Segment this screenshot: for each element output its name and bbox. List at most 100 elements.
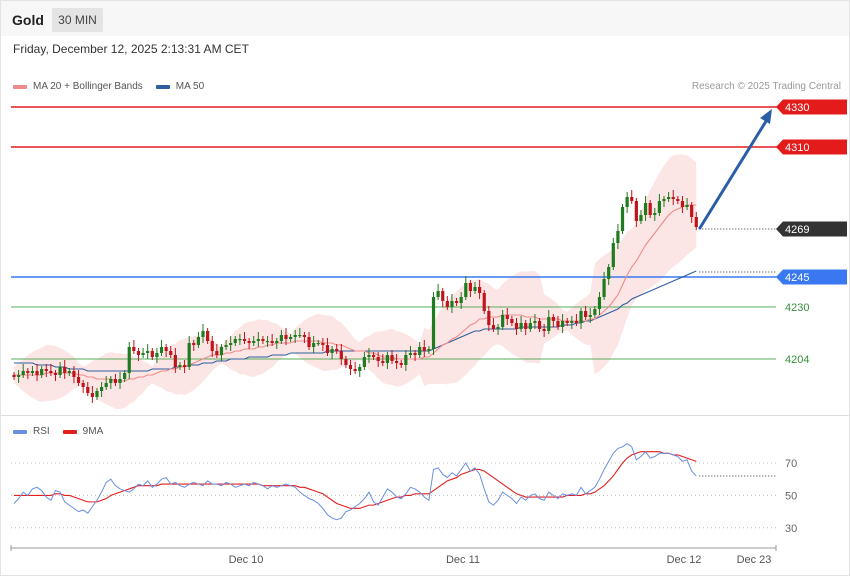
candle [159, 340, 164, 356]
candle-body [358, 367, 362, 371]
candle-body [150, 351, 154, 357]
candle-body [219, 347, 224, 355]
candle-body [86, 387, 90, 393]
candle-body [551, 317, 555, 321]
candle-body [72, 371, 76, 377]
candle-body [565, 321, 569, 323]
candle-body [146, 351, 150, 353]
candle-body [242, 339, 247, 341]
candle-body [252, 341, 256, 343]
candle-body [30, 371, 35, 373]
candle-body [694, 217, 698, 227]
candle-body [620, 207, 625, 231]
candle-body [616, 231, 620, 243]
candle [146, 344, 150, 359]
level-label-4230: 4230 [785, 302, 809, 314]
candle-body [201, 331, 205, 337]
candle-body [63, 367, 67, 373]
candle-body [265, 341, 270, 343]
candle-body [547, 317, 551, 331]
candle-body [173, 355, 177, 367]
candle-body [574, 321, 579, 323]
candle-body [293, 335, 297, 337]
x-tick-label: Dec 12 [667, 554, 702, 566]
candle-body [542, 329, 546, 331]
x-tick-label: Dec 11 [446, 554, 480, 566]
candle-body [256, 339, 260, 341]
candle-body [316, 343, 320, 345]
candle-body [671, 197, 675, 199]
candle-body [159, 347, 164, 353]
candle-body [524, 323, 528, 329]
candle-body [113, 379, 118, 383]
candle-body [298, 335, 302, 337]
candle-body [445, 301, 449, 307]
candle-body [436, 291, 440, 297]
candle-body [325, 345, 330, 353]
x-tick-label: Dec 23 [737, 554, 772, 566]
candle-body [196, 337, 200, 345]
candle-body [21, 371, 25, 375]
candle-body [533, 321, 537, 323]
candle-body [367, 355, 371, 357]
candle-body [418, 347, 422, 355]
candle-body [289, 337, 293, 339]
candle-body [519, 323, 523, 329]
candle-body [17, 375, 21, 377]
candle-body [53, 373, 58, 375]
candle-body [510, 319, 514, 323]
level-label-4204: 4204 [785, 354, 809, 366]
candle-body [560, 321, 565, 327]
candle-body [67, 371, 71, 373]
candle-body [399, 363, 403, 365]
candle-body [404, 355, 408, 365]
rsi-ma-line [14, 451, 697, 509]
candle-body [164, 347, 168, 351]
candle [630, 190, 634, 204]
candle-body [657, 201, 661, 213]
candle-body [95, 391, 99, 397]
candle [441, 288, 445, 307]
candle-body [473, 287, 477, 291]
candle-body [35, 371, 39, 375]
candle [431, 292, 436, 355]
candle-body [667, 197, 671, 199]
candle-body [169, 351, 173, 355]
candle-body [136, 351, 141, 355]
candle-body [662, 199, 666, 201]
candle [464, 276, 468, 300]
candle-body [478, 287, 482, 293]
candle-body [685, 205, 689, 207]
candle-body [335, 349, 339, 351]
candle-body [648, 203, 652, 215]
candle-body [76, 377, 81, 383]
candle-body [487, 311, 491, 325]
candle-body [348, 365, 353, 369]
candle-body [270, 341, 274, 343]
candle-body [99, 387, 104, 391]
candle-body [607, 267, 611, 279]
candle [625, 192, 629, 213]
candle-body [690, 205, 694, 217]
candle [150, 348, 154, 360]
candle-body [643, 203, 648, 215]
candle-body [192, 343, 196, 345]
candle-body [182, 365, 187, 367]
candle-body [26, 371, 30, 373]
candle-body [482, 293, 486, 311]
candle-body [49, 371, 53, 373]
candle-body [44, 369, 48, 371]
candle-body [81, 383, 85, 387]
candle-body [302, 335, 307, 337]
candle-body [284, 335, 288, 339]
candle-body [676, 199, 680, 201]
price-chart[interactable]: 4330 4310 4245 4230 4204 4269 30 50 70 Dec 10 Dec … [0, 0, 850, 576]
candle-body [215, 351, 219, 355]
candle [436, 284, 440, 300]
candle-body [229, 343, 233, 345]
candle-body [224, 345, 228, 347]
candle-body [307, 337, 311, 347]
candle-body [501, 315, 505, 327]
candle-body [459, 297, 463, 303]
candle [611, 238, 615, 270]
